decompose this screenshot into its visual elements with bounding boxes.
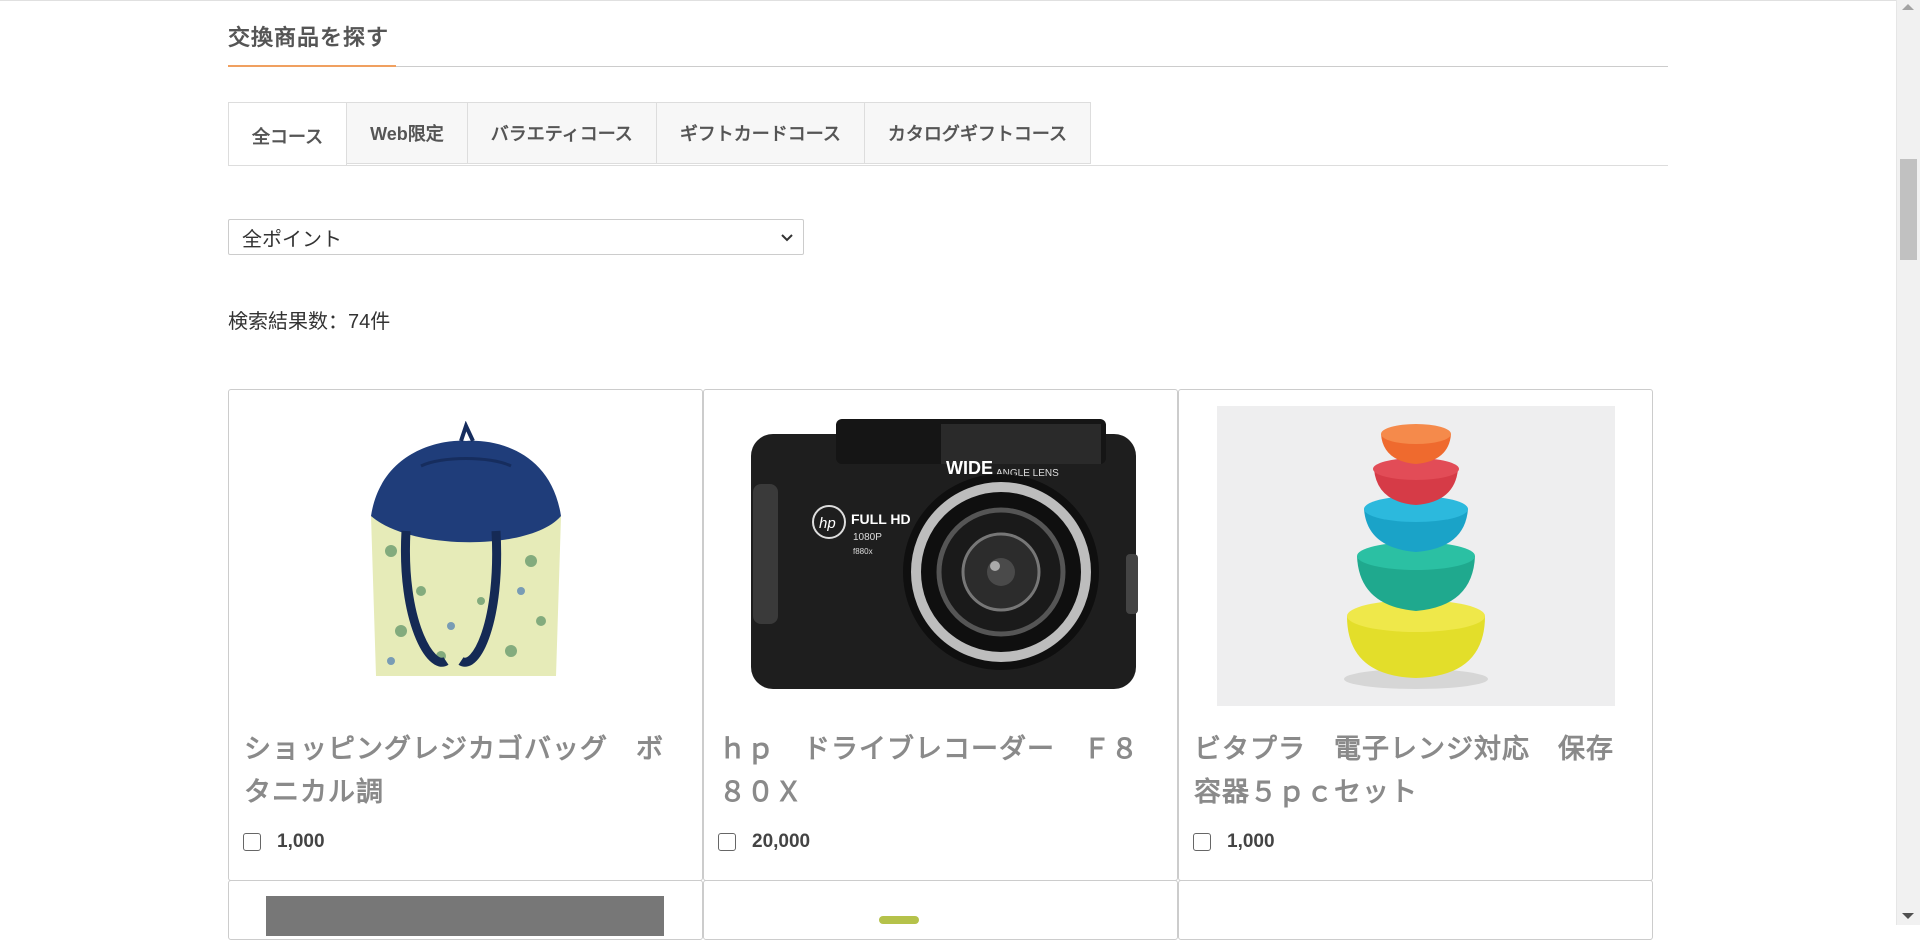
product-card[interactable]: ビタプラ 電子レンジ対応 保存容器５ｐｃセット 1,000	[1178, 389, 1653, 881]
points-filter-select[interactable]: 全ポイント	[228, 219, 804, 255]
product-image[interactable]	[266, 896, 664, 936]
tab-gift-card-course[interactable]: ギフトカードコース	[656, 102, 865, 164]
product-image[interactable]	[1179, 406, 1652, 706]
title-divider	[228, 66, 1668, 67]
product-select-checkbox[interactable]	[243, 833, 261, 851]
section-title: 交換商品を探す	[228, 25, 390, 50]
product-card[interactable]: ショッピングレジカゴバッグ ボタニカル調 1,000	[228, 389, 703, 881]
product-card[interactable]	[703, 880, 1178, 940]
svg-text:hp: hp	[819, 515, 836, 532]
product-points: 1,000	[277, 831, 325, 852]
product-name[interactable]: ｈｐ ドライブレコーダー Ｆ８８０Ｘ	[719, 728, 1164, 814]
scroll-thumb[interactable]	[1900, 159, 1917, 260]
product-card[interactable]	[228, 880, 703, 940]
svg-text:FULL HD: FULL HD	[851, 511, 911, 527]
product-image[interactable]	[229, 406, 702, 706]
dashcam-image: WIDE ANGLE LENS hp FULL HD 1080P f880x	[750, 418, 1138, 689]
tab-web-limited[interactable]: Web限定	[347, 102, 468, 164]
tab-catalog-gift-course[interactable]: カタログギフトコース	[864, 102, 1092, 164]
tab-all-courses[interactable]: 全コース	[228, 102, 348, 166]
chevron-down-icon	[781, 234, 793, 242]
food-container-image	[1216, 406, 1615, 706]
tabs-divider	[228, 165, 1668, 166]
result-count: 検索結果数：74件	[228, 311, 391, 333]
product-select-checkbox[interactable]	[1193, 833, 1211, 851]
vertical-scrollbar[interactable]	[1896, 0, 1920, 925]
product-card[interactable]: WIDE ANGLE LENS hp FULL HD 1080P f880x ｈ…	[703, 389, 1178, 881]
product-points: 20,000	[752, 831, 811, 852]
product-image[interactable]	[879, 916, 919, 924]
shopping-bag-image	[370, 421, 561, 676]
product-points: 1,000	[1227, 831, 1275, 852]
product-name[interactable]: ビタプラ 電子レンジ対応 保存容器５ｐｃセット	[1194, 728, 1639, 814]
product-price: 20,000	[718, 831, 810, 853]
svg-text:f880x: f880x	[853, 547, 873, 556]
product-name[interactable]: ショッピングレジカゴバッグ ボタニカル調	[244, 728, 689, 814]
tab-variety-course[interactable]: バラエティコース	[467, 102, 657, 164]
title-accent-bar	[228, 65, 396, 67]
course-tabs: 全コース Web限定 バラエティコース ギフトカードコース カタログギフトコース	[228, 102, 1092, 166]
product-image[interactable]: WIDE ANGLE LENS hp FULL HD 1080P f880x	[704, 406, 1177, 706]
svg-text:WIDE: WIDE	[946, 458, 993, 478]
svg-text:1080P: 1080P	[853, 532, 882, 543]
product-select-checkbox[interactable]	[718, 833, 736, 851]
scroll-up-arrow-icon[interactable]	[1902, 4, 1914, 10]
product-card[interactable]	[1178, 880, 1653, 940]
product-price: 1,000	[243, 831, 325, 853]
scroll-down-arrow-icon[interactable]	[1902, 913, 1914, 919]
product-price: 1,000	[1193, 831, 1275, 853]
top-divider	[0, 0, 1896, 1]
points-filter-value: 全ポイント	[242, 228, 342, 251]
